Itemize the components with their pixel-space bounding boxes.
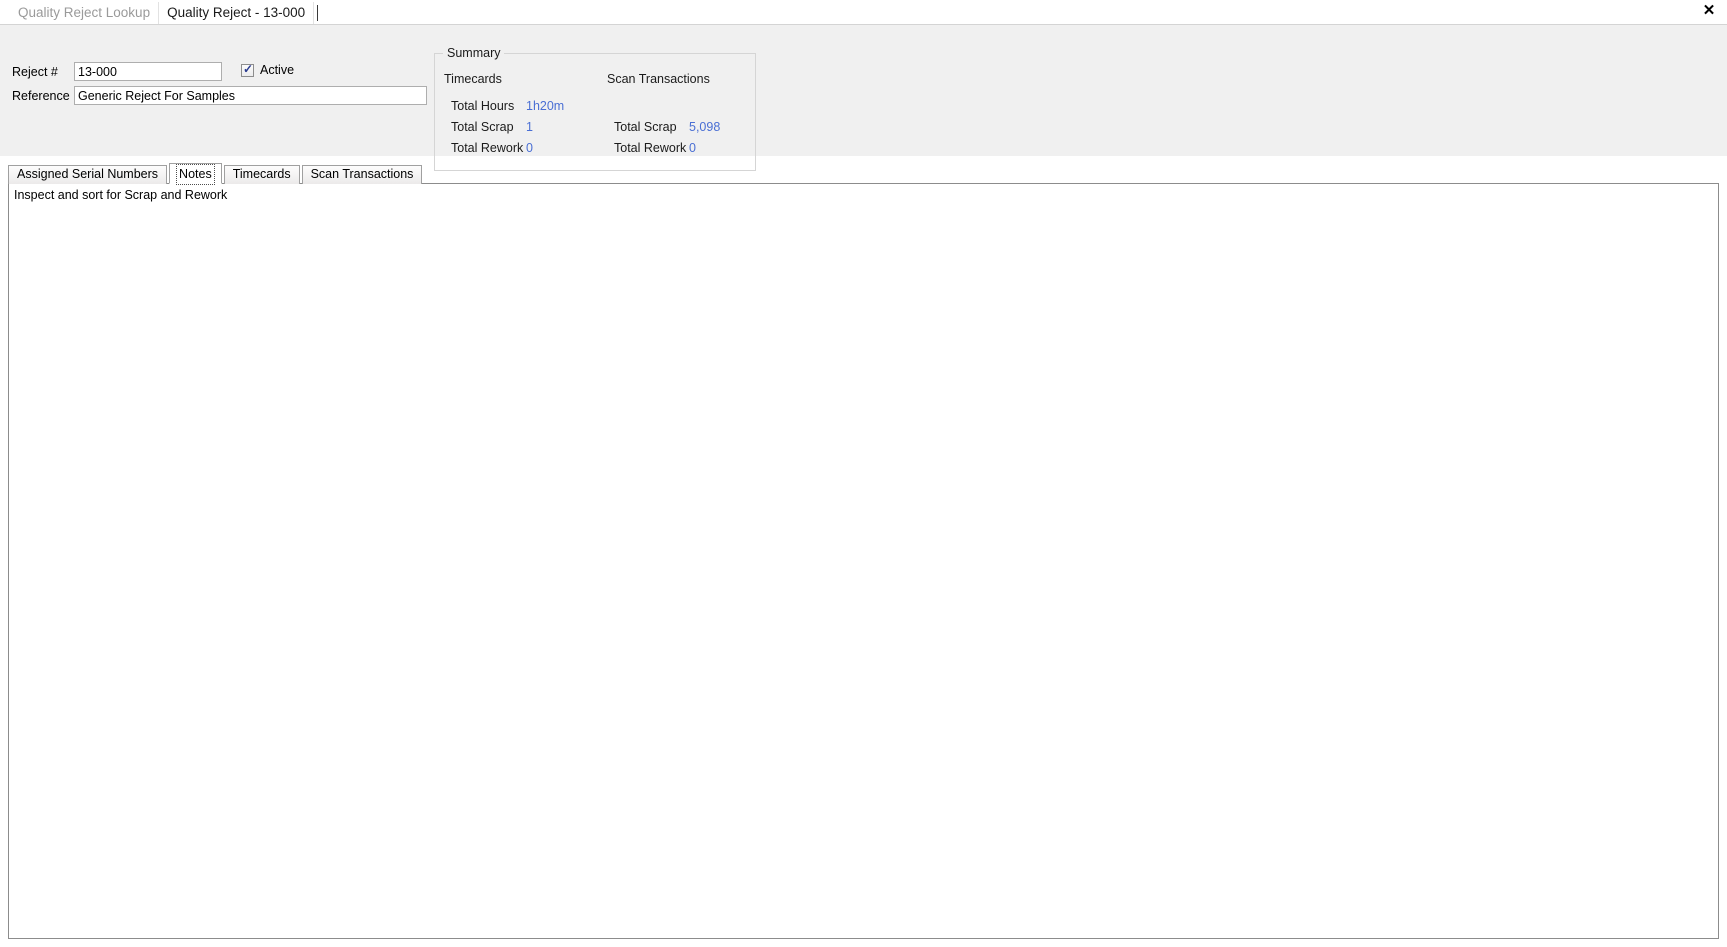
summary-column-scan-transactions: Scan Transactions Total Scrap 5,098 Tota… [607, 72, 720, 158]
reject-number-input[interactable] [74, 62, 222, 81]
summary-key: Total Rework [614, 140, 687, 155]
tab-scan-transactions[interactable]: Scan Transactions [301, 165, 423, 184]
tab-label: Assigned Serial Numbers [17, 167, 159, 181]
summary-key: Total Scrap [451, 119, 514, 134]
summary-value: 1 [526, 119, 533, 134]
tab-label: Scan Transactions [310, 167, 414, 181]
summary-column-timecards: Timecards Total Hours 1h20m Total Scrap … [444, 72, 564, 158]
summary-key: Total Hours [451, 98, 515, 113]
summary-row-scan-total-scrap: Total Scrap 5,098 [607, 116, 720, 137]
active-checkbox-label: Active [260, 63, 295, 77]
text-caret [317, 5, 319, 21]
document-tab-quality-reject-13-000[interactable]: Quality Reject - 13-000 [158, 2, 315, 24]
document-tab-label: Quality Reject Lookup [18, 5, 151, 20]
active-checkbox[interactable]: ✓ [241, 61, 254, 77]
tab-label: Notes [176, 164, 215, 185]
summary-row-scan-total-rework: Total Rework 0 [607, 137, 720, 158]
summary-value: 1h20m [526, 98, 565, 113]
reference-field-row: Reference [12, 86, 427, 105]
summary-value: 5,098 [689, 119, 721, 134]
active-checkbox-row: ✓ Active [241, 61, 295, 77]
summary-row-total-hours: Total Hours 1h20m [444, 95, 564, 116]
reject-number-field-row: Reject # [12, 62, 222, 81]
summary-key: Total Scrap [614, 119, 677, 134]
summary-row-total-scrap: Total Scrap 1 [444, 116, 564, 137]
reference-input[interactable] [74, 86, 427, 105]
tab-notes[interactable]: Notes [169, 163, 222, 185]
reject-number-label: Reject # [12, 64, 58, 79]
checkmark-icon: ✓ [243, 61, 254, 76]
document-tab-list: Quality Reject Lookup Quality Reject - 1… [0, 0, 1727, 24]
summary-value: 0 [526, 140, 533, 155]
detail-tab-strip: Assigned Serial Numbers Notes Timecards … [8, 163, 1719, 185]
document-tab-label: Quality Reject - 13-000 [167, 5, 306, 20]
document-tab-bar: Quality Reject Lookup Quality Reject - 1… [0, 0, 1727, 25]
tab-timecards[interactable]: Timecards [223, 165, 300, 184]
notes-tab-page[interactable]: Inspect and sort for Scrap and Rework [8, 183, 1719, 939]
header-pane: Reject # Reference ✓ Active Summary Time… [0, 25, 1727, 171]
reference-label: Reference [12, 88, 70, 103]
summary-groupbox: Summary Timecards Total Hours 1h20m Tota… [434, 46, 756, 171]
summary-row-total-rework: Total Rework 0 [444, 137, 564, 158]
detail-tab-control: Assigned Serial Numbers Notes Timecards … [8, 163, 1719, 940]
document-tab-quality-reject-lookup[interactable]: Quality Reject Lookup [10, 2, 158, 24]
tab-assigned-serial-numbers[interactable]: Assigned Serial Numbers [8, 165, 168, 184]
notes-text[interactable]: Inspect and sort for Scrap and Rework [14, 188, 1713, 203]
summary-value: 0 [689, 140, 696, 155]
summary-heading-timecards: Timecards [444, 72, 502, 86]
summary-heading-scan-transactions: Scan Transactions [607, 72, 710, 86]
close-icon[interactable]: ✕ [1700, 2, 1718, 20]
tab-label: Timecards [232, 167, 291, 181]
summary-title: Summary [443, 46, 505, 60]
summary-key: Total Rework [451, 140, 524, 155]
